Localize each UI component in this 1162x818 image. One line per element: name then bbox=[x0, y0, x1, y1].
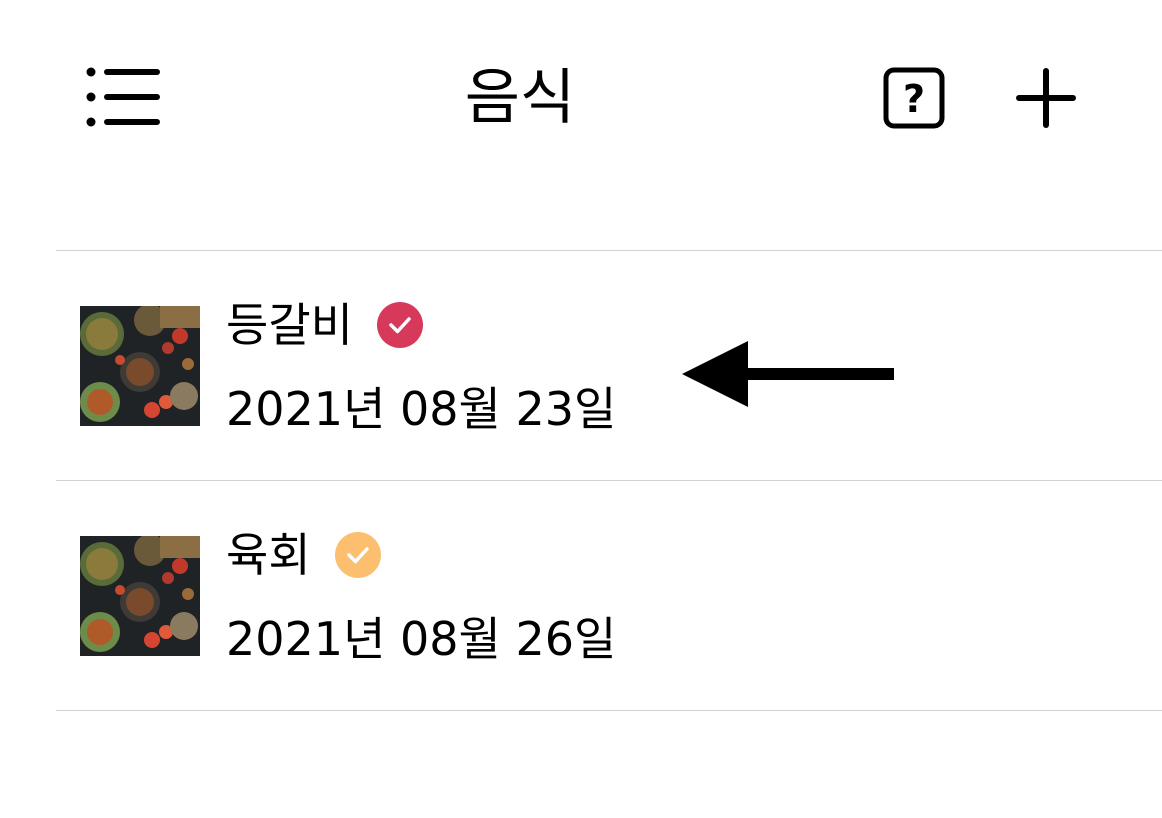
arrow-left-icon bbox=[682, 341, 894, 407]
item-title-line: 등갈비 bbox=[226, 295, 423, 355]
check-circle-icon bbox=[334, 532, 381, 578]
list-item[interactable]: 등갈비 2021년 08월 23일 bbox=[56, 251, 1162, 480]
item-list: 등갈비 2021년 08월 23일 육회 2021년 08월 26일 bbox=[56, 250, 1162, 711]
app-header: 음식 ? bbox=[0, 0, 1162, 200]
item-date: 2021년 08월 26일 bbox=[226, 612, 617, 666]
check-circle-icon bbox=[376, 302, 423, 348]
menu-button[interactable] bbox=[84, 66, 164, 130]
plus-icon bbox=[1016, 68, 1076, 128]
food-thumbnail bbox=[80, 306, 200, 426]
page-title: 음식 bbox=[464, 63, 576, 133]
svg-text:?: ? bbox=[903, 77, 925, 121]
item-name: 육회 bbox=[226, 528, 311, 582]
divider bbox=[56, 710, 1162, 711]
add-button[interactable] bbox=[1012, 66, 1080, 130]
help-square-icon: ? bbox=[883, 67, 945, 129]
item-date: 2021년 08월 23일 bbox=[226, 382, 617, 436]
item-title-line: 육회 bbox=[226, 525, 381, 585]
help-button[interactable]: ? bbox=[882, 66, 946, 130]
item-name: 등갈비 bbox=[226, 298, 353, 352]
list-item[interactable]: 육회 2021년 08월 26일 bbox=[56, 481, 1162, 710]
food-thumbnail bbox=[80, 536, 200, 656]
list-icon bbox=[86, 67, 160, 127]
